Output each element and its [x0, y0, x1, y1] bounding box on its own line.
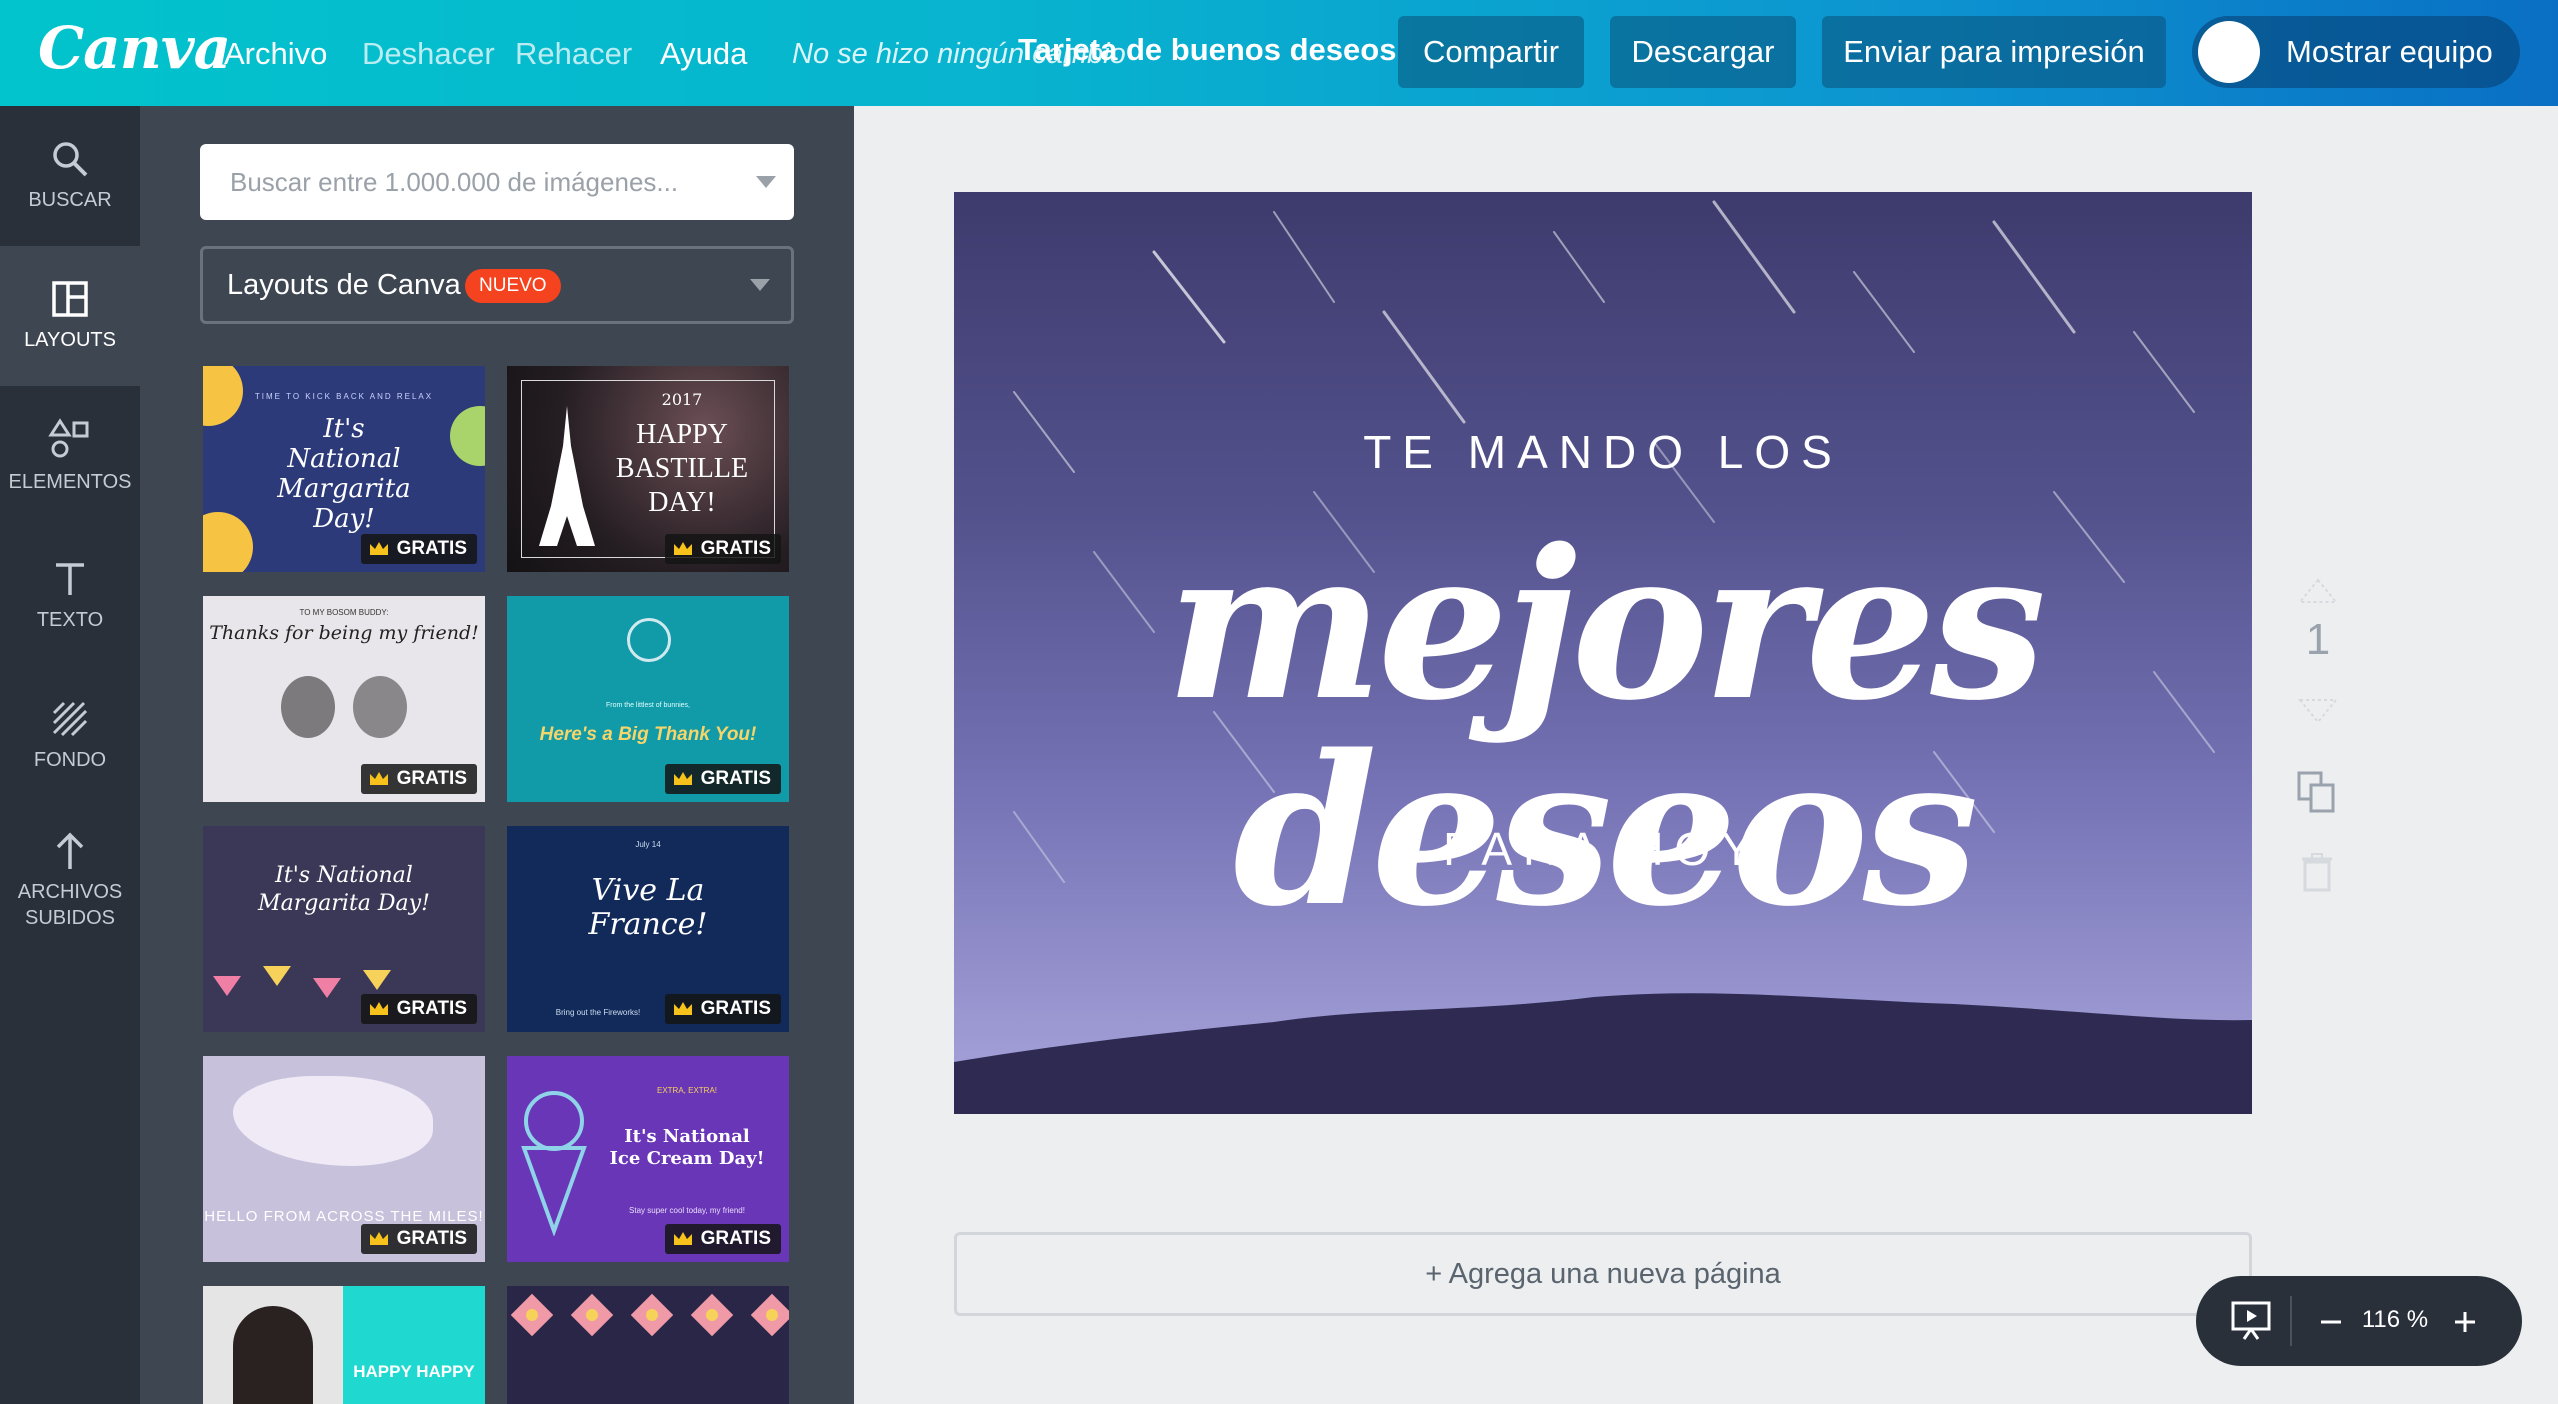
thumb-top-text: EXTRA, EXTRA!	[656, 1086, 717, 1095]
layout-thumb-vive-la-france[interactable]: July 14 Vive La France! Bring out the Fi…	[507, 826, 789, 1032]
show-team-label: Mostrar equipo	[2286, 34, 2493, 69]
eiffel-tower-icon	[539, 406, 595, 546]
free-badge: GRATIS	[664, 1224, 781, 1254]
menu-archivo[interactable]: Archivo	[224, 36, 327, 72]
show-team-button[interactable]: Mostrar equipo	[2192, 16, 2520, 88]
background-icon	[52, 701, 88, 737]
free-badge: GRATIS	[664, 764, 781, 794]
thumb-top-text: From the littlest of bunnies,	[605, 702, 691, 709]
layout-source-select[interactable]: Layouts de Canva NUEVO	[200, 246, 794, 324]
card-heading-bottom[interactable]: PARA HOY	[954, 822, 2252, 876]
nav-label: BUSCAR	[28, 189, 112, 211]
layout-thumb-hello-miles[interactable]: HELLO FROM ACROSS THE MILES! GRATIS	[203, 1056, 485, 1262]
layout-thumb-margarita-2[interactable]: It's National Margarita Day! GRATIS	[203, 826, 485, 1032]
share-button[interactable]: Compartir	[1398, 16, 1584, 88]
thumb-top-text: TIME TO KICK BACK AND RELAX	[254, 392, 434, 401]
canva-logo[interactable]: Canva	[38, 14, 231, 82]
delete-page-icon[interactable]	[2300, 852, 2334, 892]
upload-icon	[56, 832, 84, 869]
image-search[interactable]	[200, 144, 794, 220]
free-badge: GRATIS	[664, 994, 781, 1024]
layout-thumb-margarita[interactable]: TIME TO KICK BACK AND RELAX It's Nationa…	[203, 366, 485, 572]
free-badge: GRATIS	[664, 534, 781, 564]
nav-search[interactable]: BUSCAR	[0, 106, 140, 246]
thumb-title: HELLO FROM ACROSS THE MILES!	[204, 1208, 484, 1225]
pattern-decoration	[510, 1293, 789, 1337]
thumb-title: Here's a Big Thank You!	[539, 724, 757, 745]
zoom-in-icon[interactable]	[2454, 1311, 2476, 1333]
search-icon	[53, 142, 88, 177]
zoom-bar: 116 %	[2196, 1276, 2522, 1366]
crown-icon	[673, 1232, 692, 1245]
chevron-down-icon	[750, 279, 770, 291]
nav-background[interactable]: FONDO	[0, 666, 140, 806]
present-icon[interactable]	[2230, 1300, 2272, 1342]
card-heading-top[interactable]: TE MANDO LOS	[954, 425, 2252, 479]
crown-icon	[369, 1002, 388, 1015]
crown-icon	[673, 542, 692, 555]
left-nav: BUSCAR LAYOUTS ELEMENTOS TEXTO FONDO ARC…	[0, 106, 140, 1404]
menu-ayuda[interactable]: Ayuda	[660, 36, 747, 72]
nav-label: ELEMENTOS	[8, 471, 132, 493]
free-badge: GRATIS	[360, 764, 477, 794]
chevron-down-icon[interactable]	[756, 176, 776, 188]
nav-label: LAYOUTS	[24, 329, 116, 351]
elements-icon	[48, 418, 89, 458]
layouts-panel: Layouts de Canva NUEVO TIME TO KICK BACK…	[140, 106, 854, 1404]
crown-icon	[673, 1002, 692, 1015]
thumb-title: It's National Margarita Day!	[258, 863, 430, 916]
crown-icon	[369, 1232, 388, 1245]
nav-elements[interactable]: ELEMENTOS	[0, 386, 140, 526]
nav-label: ARCHIVOS SUBIDOS	[17, 881, 123, 929]
add-page-button[interactable]: + Agrega una nueva página	[954, 1232, 2252, 1316]
text-icon	[56, 563, 84, 595]
ice-cream-icon	[521, 1091, 587, 1236]
menu-rehacer[interactable]: Rehacer	[515, 36, 632, 72]
avatar	[2198, 21, 2260, 83]
free-badge: GRATIS	[360, 1224, 477, 1254]
nav-label: FONDO	[33, 749, 107, 771]
thumb-bottom-text: Stay super cool today, my friend!	[629, 1206, 745, 1215]
layout-thumb-friend[interactable]: TO MY BOSOM BUDDY: Thanks for being my f…	[203, 596, 485, 802]
layout-thumb-bastille[interactable]: 2017 HAPPY BASTILLE DAY! GRATIS	[507, 366, 789, 572]
move-page-down-icon[interactable]	[2298, 698, 2338, 724]
thumb-title: It's National Margarita Day!	[277, 414, 411, 534]
crown-icon	[369, 772, 388, 785]
design-canvas[interactable]: TE MANDO LOS mejores deseos PARA HOY	[954, 192, 2252, 1114]
thumb-title: Thanks for being my friend!	[209, 622, 479, 644]
thumb-top-text: TO MY BOSOM BUDDY:	[299, 608, 389, 617]
search-input[interactable]	[200, 144, 740, 220]
print-button[interactable]: Enviar para impresión	[1822, 16, 2166, 88]
crown-icon	[369, 542, 388, 555]
thumb-top-text: July 14	[635, 840, 661, 849]
free-badge: GRATIS	[360, 534, 477, 564]
zoom-out-icon[interactable]	[2320, 1311, 2342, 1333]
document-title[interactable]: Tarjeta de buenos deseos	[1018, 32, 1396, 68]
thumb-title: HAPPY BASTILLE DAY!	[615, 419, 749, 518]
move-page-up-icon[interactable]	[2298, 578, 2338, 604]
new-badge: NUEVO	[465, 269, 561, 303]
nav-layouts[interactable]: LAYOUTS	[0, 246, 140, 386]
layout-thumb-happy[interactable]: HAPPY HAPPY	[203, 1286, 485, 1404]
layout-thumb-pattern[interactable]	[507, 1286, 789, 1404]
duplicate-page-icon[interactable]	[2296, 770, 2338, 814]
nav-label: TEXTO	[36, 609, 104, 631]
thumb-year: 2017	[661, 390, 703, 409]
page-number: 1	[2305, 615, 2331, 664]
thumb-title: It's National Ice Cream Day!	[609, 1126, 765, 1169]
download-button[interactable]: Descargar	[1610, 16, 1796, 88]
crown-icon	[673, 772, 692, 785]
layout-source-label: Layouts de Canva	[227, 269, 461, 301]
top-bar: Canva Archivo Deshacer Rehacer Ayuda No …	[0, 0, 2558, 106]
thumb-title: HAPPY HAPPY	[353, 1362, 475, 1381]
nav-text[interactable]: TEXTO	[0, 526, 140, 666]
free-badge: GRATIS	[360, 994, 477, 1024]
zoom-level[interactable]: 116 %	[2360, 1306, 2430, 1334]
nav-uploads[interactable]: ARCHIVOS SUBIDOS	[0, 806, 140, 956]
thumb-title: Vive La France!	[588, 873, 708, 942]
layouts-icon	[52, 281, 88, 317]
menu-deshacer[interactable]: Deshacer	[362, 36, 495, 72]
layout-thumb-ice-cream[interactable]: EXTRA, EXTRA! It's National Ice Cream Da…	[507, 1056, 789, 1262]
layout-thumb-thankyou[interactable]: From the littlest of bunnies, Here's a B…	[507, 596, 789, 802]
